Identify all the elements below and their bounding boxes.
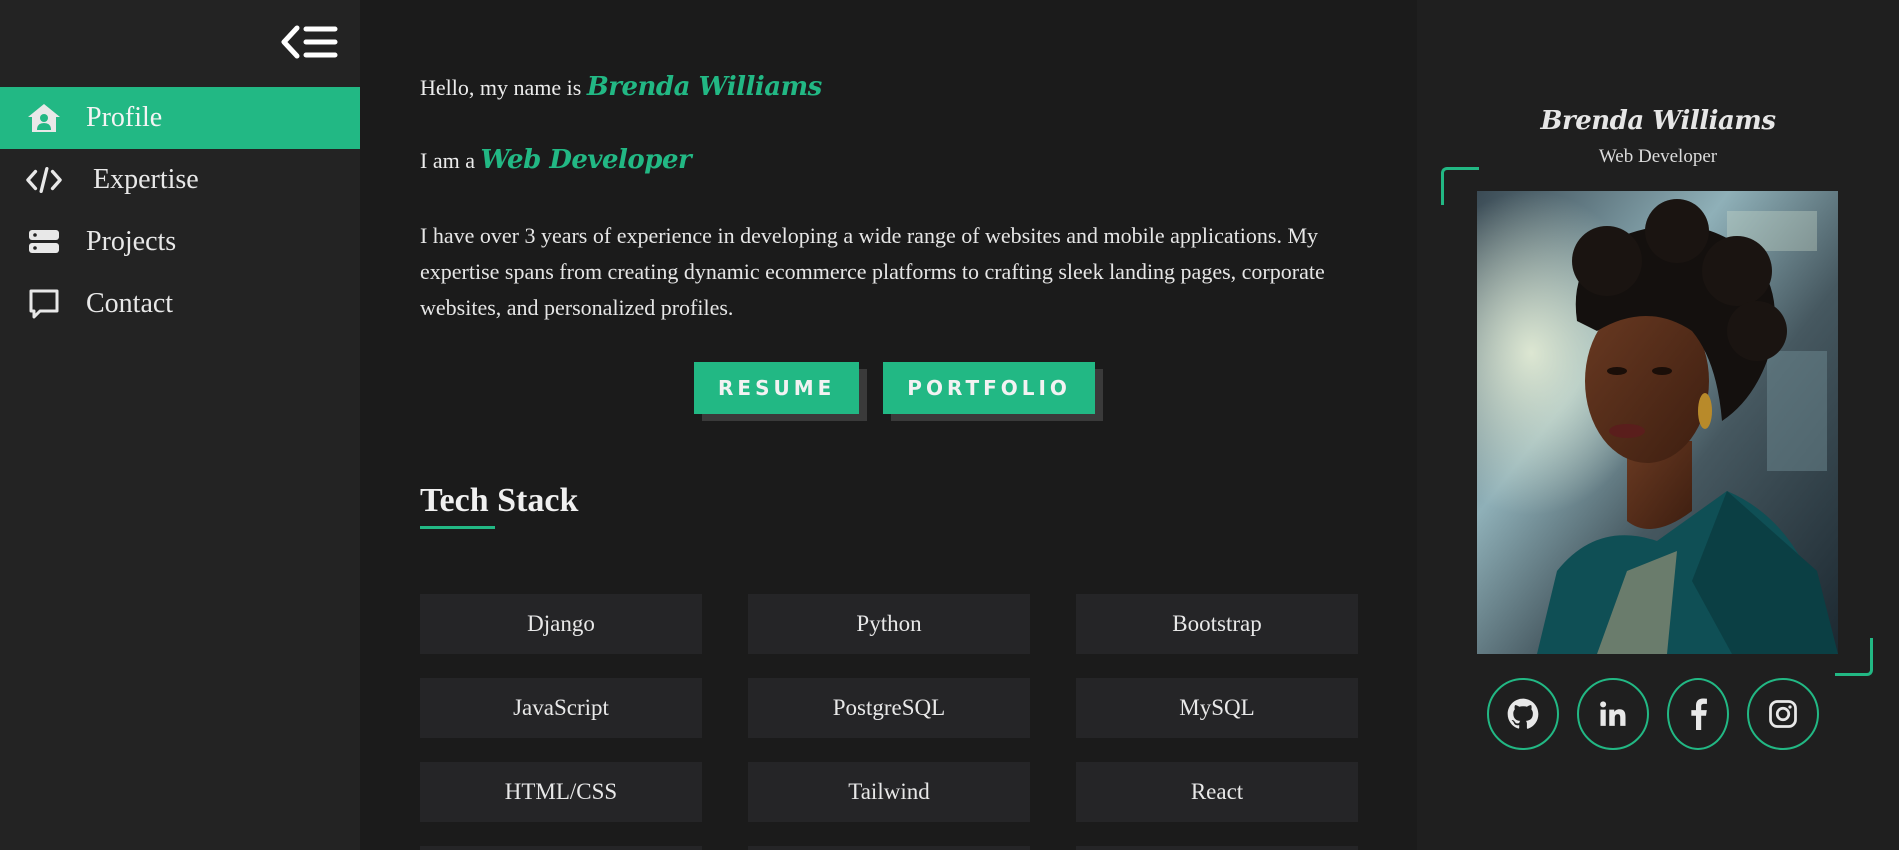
server-icon — [26, 226, 62, 258]
tech-stack-grid: Django Python Bootstrap JavaScript Postg… — [420, 594, 1360, 850]
tech-item: Django — [420, 594, 702, 654]
portfolio-button[interactable]: PORTFOLIO — [883, 362, 1095, 414]
sidebar-item-expertise[interactable]: Expertise — [0, 149, 360, 211]
tech-item-partial — [748, 846, 1030, 850]
chat-icon — [26, 288, 62, 320]
collapse-menu-icon[interactable] — [278, 22, 340, 62]
profile-card: Brenda Williams Web Developer — [1417, 0, 1899, 850]
facebook-icon[interactable] — [1667, 678, 1729, 750]
corner-accent — [1835, 638, 1873, 676]
tech-item-partial — [1076, 846, 1358, 850]
sidebar-item-profile[interactable]: Profile — [0, 87, 360, 149]
sidebar-item-contact[interactable]: Contact — [0, 273, 360, 335]
tech-item: JavaScript — [420, 678, 702, 738]
profile-card-role: Web Developer — [1598, 146, 1718, 167]
sidebar-item-label: Contact — [86, 288, 174, 319]
sidebar: Profile Expertise Projects Contact — [0, 0, 360, 850]
cta-buttons: RESUME PORTFOLIO — [694, 362, 1095, 414]
tech-item: PostgreSQL — [748, 678, 1030, 738]
profile-photo — [1477, 191, 1838, 654]
corner-accent — [1441, 167, 1479, 205]
sidebar-item-label: Profile — [86, 102, 163, 133]
tech-item-partial — [420, 846, 702, 850]
instagram-icon[interactable] — [1747, 678, 1819, 750]
github-icon[interactable] — [1487, 678, 1559, 750]
sidebar-item-label: Expertise — [93, 164, 199, 195]
role-title: Web Developer — [480, 145, 692, 175]
tech-item: Python — [748, 594, 1030, 654]
role-line: I am a Web Developer — [420, 145, 692, 175]
title-underline — [420, 526, 495, 529]
tech-item: React — [1076, 762, 1358, 822]
linkedin-icon[interactable] — [1577, 678, 1649, 750]
sidebar-item-projects[interactable]: Projects — [0, 211, 360, 273]
tech-item: Tailwind — [748, 762, 1030, 822]
code-icon — [26, 164, 62, 196]
role-prefix: I am a — [420, 148, 475, 173]
home-user-icon — [26, 102, 62, 134]
resume-button[interactable]: RESUME — [694, 362, 860, 414]
greeting-name: Brenda Williams — [586, 72, 822, 102]
tech-stack-title: Tech Stack — [420, 482, 579, 519]
sidebar-item-label: Projects — [86, 226, 177, 257]
greeting-line: Hello, my name is Brenda Williams — [420, 72, 822, 102]
main-content: Hello, my name is Brenda Williams I am a… — [360, 0, 1417, 850]
tech-item: Bootstrap — [1076, 594, 1358, 654]
tech-item: HTML/CSS — [420, 762, 702, 822]
tech-item: MySQL — [1076, 678, 1358, 738]
profile-card-name: Brenda Williams — [1540, 106, 1776, 136]
sidebar-nav: Profile Expertise Projects Contact — [0, 87, 360, 335]
social-links — [1487, 678, 1819, 750]
bio-text: I have over 3 years of experience in dev… — [420, 223, 1325, 320]
greeting-prefix: Hello, my name is — [420, 75, 582, 100]
